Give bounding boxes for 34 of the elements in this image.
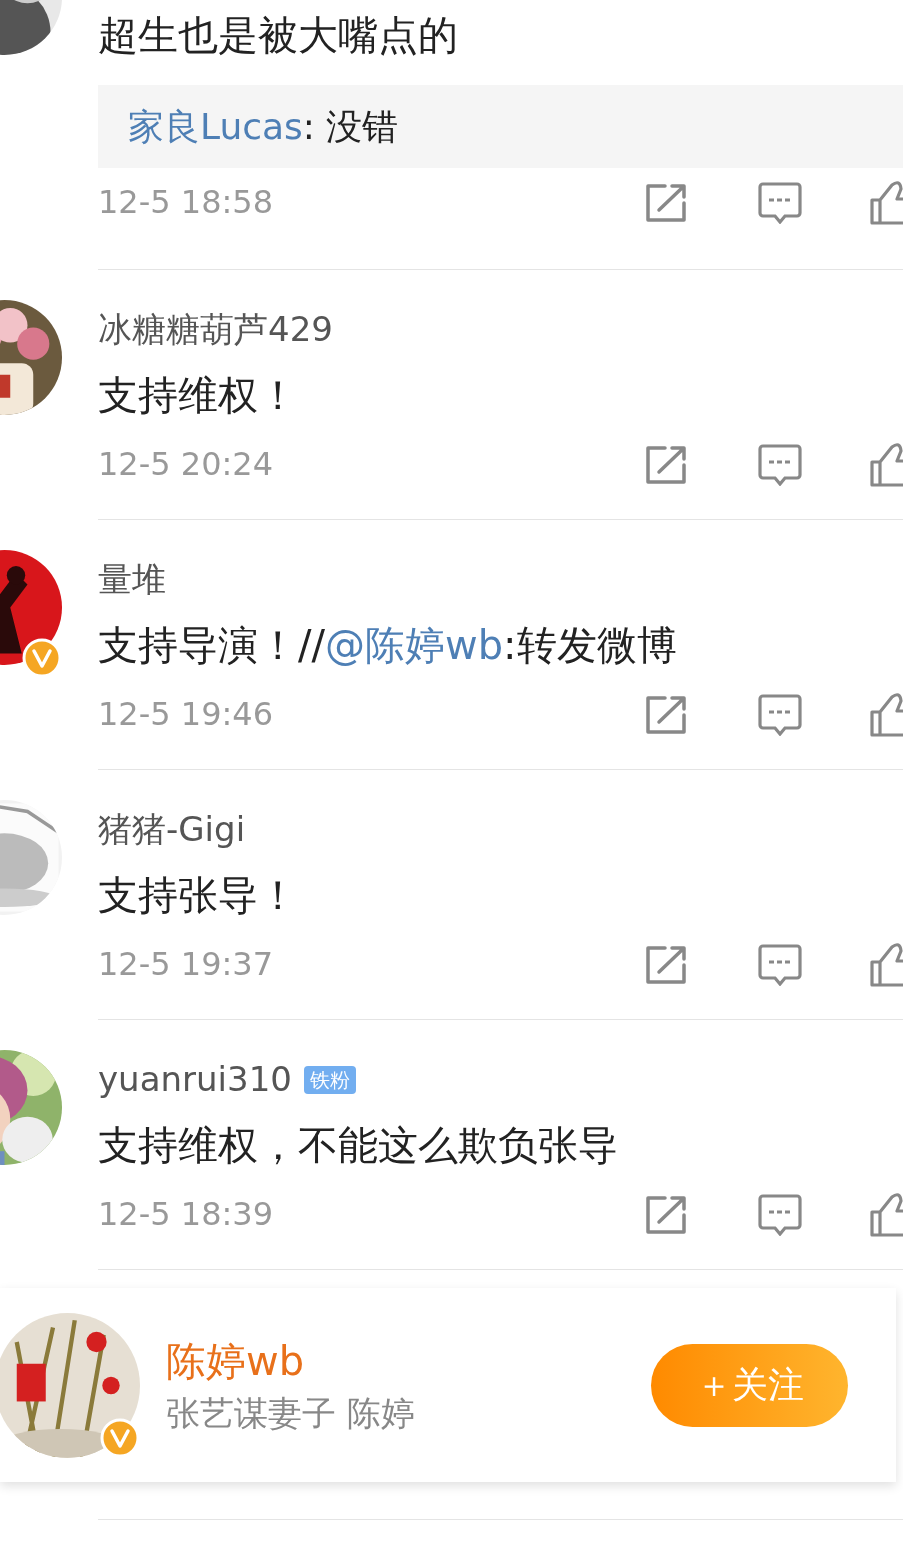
reply-text: 家良Lucas: 没错 (128, 104, 399, 149)
thumbs-up-icon[interactable] (870, 943, 903, 987)
thumbs-up-icon[interactable] (870, 443, 903, 487)
comment-text: 支持维权！ (98, 371, 299, 419)
share-icon[interactable] (645, 945, 689, 985)
thumbs-up-icon[interactable] (870, 693, 903, 737)
comment-icon[interactable] (758, 694, 802, 736)
timestamp: 12-5 20:24 (98, 447, 273, 483)
thumbs-up-icon[interactable] (870, 1193, 903, 1237)
timestamp: 12-5 19:37 (98, 947, 273, 983)
username[interactable]: 猪猪-Gigi (98, 811, 246, 849)
comment-icon[interactable] (758, 182, 802, 224)
thumbs-up-icon[interactable] (870, 181, 903, 225)
comment-icon[interactable] (758, 444, 802, 486)
timestamp: 12-5 19:46 (98, 697, 273, 733)
fan-badge: 铁粉 (303, 1066, 356, 1094)
comment-text: 支持张导！ (98, 871, 299, 919)
mention-link[interactable]: @陈婷wb (324, 622, 504, 668)
share-icon[interactable] (645, 1195, 689, 1235)
share-icon[interactable] (645, 695, 689, 735)
share-icon[interactable] (645, 445, 689, 485)
comment-icon[interactable] (758, 1194, 802, 1236)
comment-icon[interactable] (758, 944, 802, 986)
share-icon[interactable] (645, 183, 689, 223)
username[interactable]: yuanrui310 (98, 1061, 292, 1099)
comment-text: 支持导演！//@陈婷wb:转发微博 (98, 621, 678, 669)
comment-text: 支持维权，不能这么欺负张导 (98, 1121, 619, 1169)
account-description: 张艺谋妻子 陈婷 (166, 1392, 415, 1434)
reply-author-link[interactable]: 家良Lucas (128, 105, 303, 147)
comment-text: 超生也是被大嘴点的 (98, 11, 459, 59)
username[interactable]: 量堆 (98, 561, 166, 599)
timestamp: 12-5 18:58 (98, 185, 273, 221)
timestamp: 12-5 18:39 (98, 1197, 273, 1233)
username[interactable]: 冰糖糖葫芦429 (98, 311, 333, 349)
